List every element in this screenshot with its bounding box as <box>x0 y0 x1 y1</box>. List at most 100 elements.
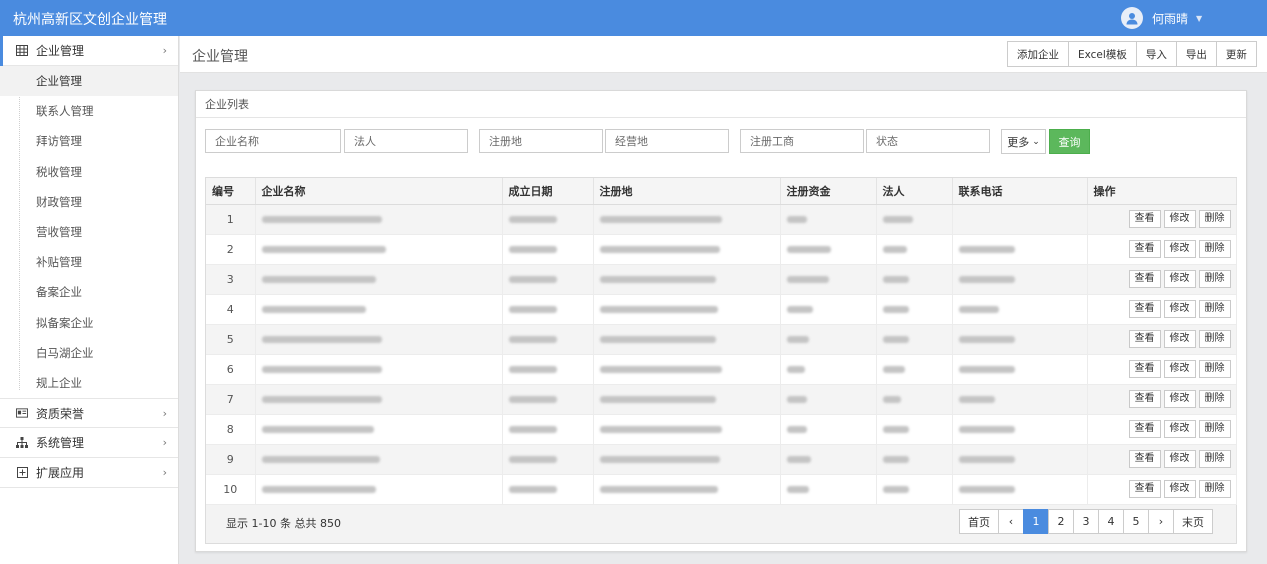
edit-button[interactable]: 修改 <box>1163 270 1196 288</box>
row-actions: 查看 修改 删除 <box>1087 204 1237 235</box>
column-header-registered-capital[interactable]: 注册资金 <box>780 178 877 205</box>
edit-button[interactable]: 修改 <box>1163 450 1196 468</box>
main-content: 企业管理 添加企业 Excel模板 导入 导出 更新 企业列表 更多 ⌄ 查询 <box>180 36 1267 564</box>
legal-person-cell <box>876 234 953 265</box>
redacted-text <box>508 486 557 493</box>
view-button[interactable]: 查看 <box>1128 390 1161 408</box>
plus-square-icon <box>16 467 28 479</box>
redacted-text <box>786 366 805 373</box>
view-button[interactable]: 查看 <box>1128 210 1161 228</box>
column-header-registered-address[interactable]: 注册地 <box>593 178 781 205</box>
update-button[interactable]: 更新 <box>1215 41 1257 67</box>
legal-person-cell <box>876 444 953 475</box>
founded-date-cell <box>502 234 594 265</box>
sidebar-item-finance[interactable]: 财政管理 <box>0 187 178 217</box>
sidebar: 企业管理 › 企业管理 联系人管理 拜访管理 税收管理 财政管理 营收管理 补贴… <box>0 36 179 564</box>
sidebar-item-visits[interactable]: 拜访管理 <box>0 126 178 156</box>
edit-button[interactable]: 修改 <box>1163 480 1196 498</box>
company-name-cell <box>255 354 503 385</box>
delete-button[interactable]: 删除 <box>1198 330 1231 348</box>
edit-button[interactable]: 修改 <box>1163 360 1196 378</box>
redacted-text <box>599 486 718 493</box>
view-button[interactable]: 查看 <box>1128 330 1161 348</box>
delete-button[interactable]: 删除 <box>1198 450 1231 468</box>
edit-button[interactable]: 修改 <box>1163 420 1196 438</box>
edit-button[interactable]: 修改 <box>1163 330 1196 348</box>
column-header-legal-person[interactable]: 法人 <box>876 178 953 205</box>
delete-button[interactable]: 删除 <box>1198 360 1231 378</box>
sidebar-item-tax[interactable]: 税收管理 <box>0 157 178 187</box>
first-page-button[interactable]: 首页 <box>959 509 999 534</box>
phone-cell <box>952 324 1088 355</box>
sidebar-group-extensions[interactable]: 扩展应用 › <box>0 458 178 489</box>
excel-template-button[interactable]: Excel模板 <box>1068 41 1137 67</box>
sidebar-item-registered[interactable]: 备案企业 <box>0 277 178 307</box>
next-page-button[interactable]: › <box>1148 509 1174 534</box>
column-header-phone[interactable]: 联系电话 <box>952 178 1088 205</box>
sidebar-group-system[interactable]: 系统管理 › <box>0 428 178 459</box>
column-header-id[interactable]: 编号 <box>206 178 256 205</box>
registered-address-input[interactable] <box>479 129 603 153</box>
redacted-text <box>882 276 909 283</box>
redacted-text <box>882 486 909 493</box>
sidebar-item-pending-registration[interactable]: 拟备案企业 <box>0 308 178 338</box>
legal-person-input[interactable] <box>344 129 468 153</box>
view-button[interactable]: 查看 <box>1128 300 1161 318</box>
redacted-text <box>599 336 716 343</box>
export-button[interactable]: 导出 <box>1175 41 1217 67</box>
company-name-input[interactable] <box>205 129 341 153</box>
view-button[interactable]: 查看 <box>1128 480 1161 498</box>
column-header-founded-date[interactable]: 成立日期 <box>502 178 594 205</box>
view-button[interactable]: 查看 <box>1128 420 1161 438</box>
page-button-4[interactable]: 4 <box>1098 509 1124 534</box>
delete-button[interactable]: 删除 <box>1198 240 1231 258</box>
column-header-company-name[interactable]: 企业名称 <box>255 178 503 205</box>
status-input[interactable] <box>866 129 990 153</box>
redacted-text <box>261 336 382 343</box>
more-filters-button[interactable]: 更多 ⌄ <box>1001 129 1046 154</box>
sidebar-item-baimahu[interactable]: 白马湖企业 <box>0 338 178 368</box>
view-button[interactable]: 查看 <box>1128 240 1161 258</box>
query-button[interactable]: 查询 <box>1049 129 1090 154</box>
page-button-1[interactable]: 1 <box>1023 509 1049 534</box>
registered-capital-cell <box>780 324 877 355</box>
sidebar-group-label: 扩展应用 <box>36 466 85 481</box>
import-button[interactable]: 导入 <box>1135 41 1177 67</box>
edit-button[interactable]: 修改 <box>1163 240 1196 258</box>
view-button[interactable]: 查看 <box>1128 450 1161 468</box>
prev-page-button[interactable]: ‹ <box>998 509 1024 534</box>
business-address-input[interactable] <box>605 129 729 153</box>
edit-button[interactable]: 修改 <box>1163 390 1196 408</box>
row-number: 4 <box>206 294 256 325</box>
sidebar-group-qualifications[interactable]: 资质荣誉 › <box>0 398 178 429</box>
page-button-3[interactable]: 3 <box>1073 509 1099 534</box>
sidebar-item-contacts[interactable]: 联系人管理 <box>0 96 178 126</box>
add-enterprise-button[interactable]: 添加企业 <box>1007 41 1069 67</box>
sidebar-item-above-scale[interactable]: 规上企业 <box>0 368 178 398</box>
edit-button[interactable]: 修改 <box>1163 300 1196 318</box>
table-row: 8 查看 修改 删除 <box>206 414 1237 445</box>
user-menu[interactable]: 何雨晴 ▼ <box>1121 6 1202 30</box>
redacted-text <box>786 456 811 463</box>
redacted-text <box>508 246 557 253</box>
view-button[interactable]: 查看 <box>1128 360 1161 378</box>
delete-button[interactable]: 删除 <box>1198 300 1231 318</box>
registered-capital-cell <box>780 444 877 475</box>
row-actions: 查看 修改 删除 <box>1087 234 1237 265</box>
last-page-button[interactable]: 末页 <box>1173 509 1213 534</box>
delete-button[interactable]: 删除 <box>1198 390 1231 408</box>
delete-button[interactable]: 删除 <box>1198 480 1231 498</box>
row-actions: 查看 修改 删除 <box>1087 474 1237 505</box>
page-button-2[interactable]: 2 <box>1048 509 1074 534</box>
delete-button[interactable]: 删除 <box>1198 420 1231 438</box>
view-button[interactable]: 查看 <box>1128 270 1161 288</box>
sidebar-item-subsidy[interactable]: 补贴管理 <box>0 247 178 277</box>
delete-button[interactable]: 删除 <box>1198 210 1231 228</box>
registration-office-input[interactable] <box>740 129 864 153</box>
sidebar-item-revenue[interactable]: 营收管理 <box>0 217 178 247</box>
sidebar-group-enterprise[interactable]: 企业管理 › <box>0 36 178 66</box>
sidebar-item-enterprise-management[interactable]: 企业管理 <box>0 66 178 97</box>
delete-button[interactable]: 删除 <box>1198 270 1231 288</box>
page-button-5[interactable]: 5 <box>1123 509 1149 534</box>
edit-button[interactable]: 修改 <box>1163 210 1196 228</box>
